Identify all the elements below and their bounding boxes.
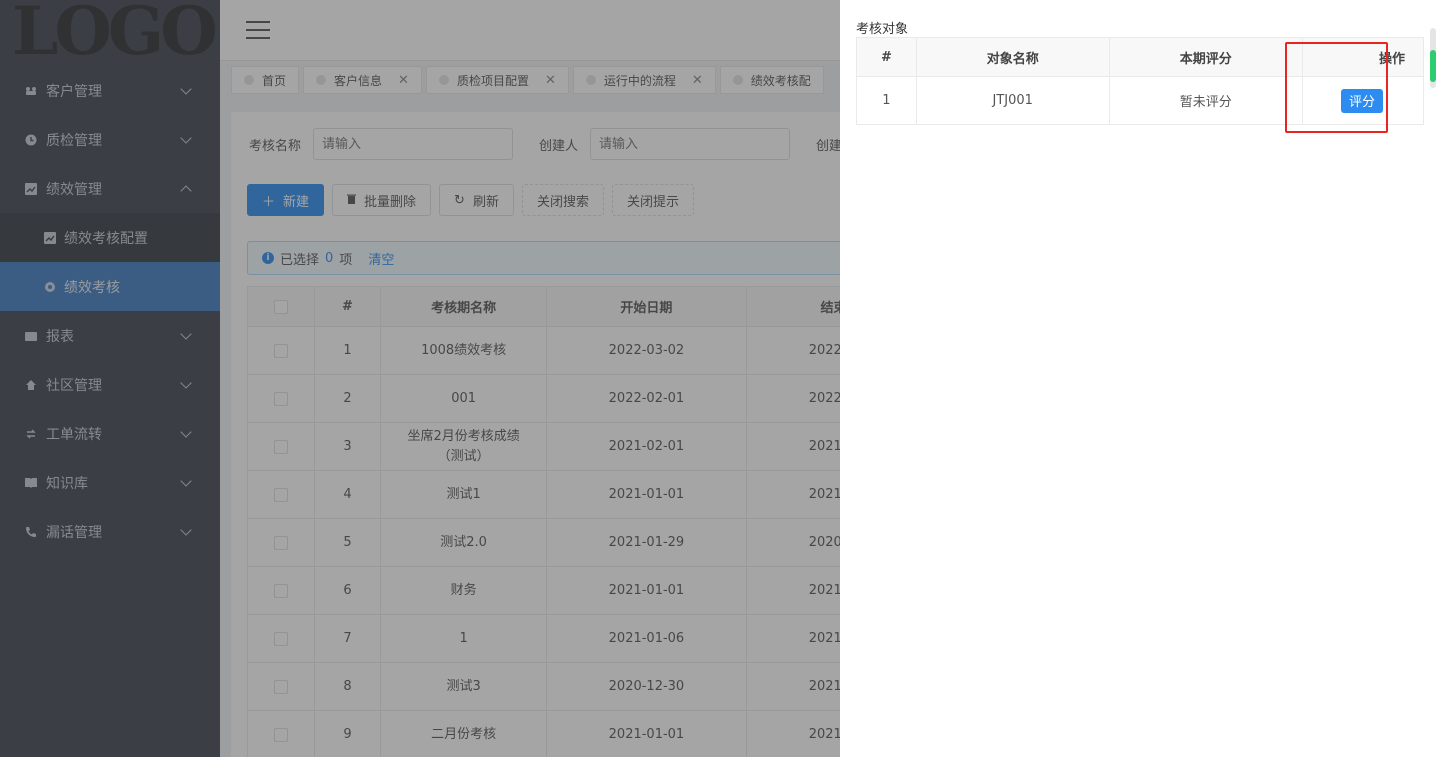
table-row: 1 JTJ001 暂未评分 评分: [856, 76, 1424, 125]
drawer-title: 考核对象: [856, 22, 909, 37]
scrollbar[interactable]: [1430, 28, 1436, 88]
column-header: 本期评分: [1108, 37, 1304, 77]
action-cell: 评分: [1302, 76, 1424, 125]
review-object-table: # 对象名称 本期评分 操作 1 JTJ001 暂未评分 评分: [856, 37, 1424, 125]
column-header: 操作: [1302, 37, 1424, 77]
object-name: JTJ001: [915, 76, 1110, 125]
table-header-row: # 对象名称 本期评分 操作: [856, 37, 1424, 77]
modal-mask[interactable]: [0, 0, 840, 757]
scrollbar-thumb[interactable]: [1430, 50, 1436, 82]
score-button[interactable]: 评分: [1340, 88, 1383, 113]
column-header: 对象名称: [915, 37, 1110, 77]
current-score: 暂未评分: [1108, 76, 1304, 125]
review-object-drawer: 考核对象 # 对象名称 本期评分 操作 1 JTJ001 暂未评分 评分: [840, 0, 1440, 757]
column-header: #: [856, 37, 917, 77]
row-number: 1: [856, 76, 917, 125]
